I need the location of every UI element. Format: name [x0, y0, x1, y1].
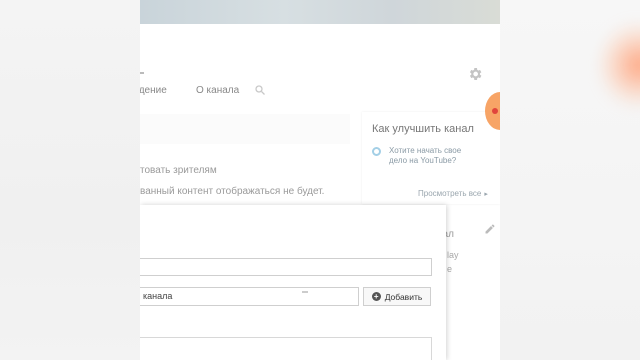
cursor-mark — [302, 291, 308, 293]
main-content-card — [140, 114, 350, 144]
info-text-line1: товать зрителям — [140, 165, 217, 176]
notification-dot-icon — [492, 108, 498, 114]
improve-channel-title: Как улучшить канал — [372, 123, 474, 135]
second-card-line1: lay — [447, 250, 459, 260]
tab-overview[interactable]: ждение — [140, 85, 167, 96]
blurred-background-left — [0, 0, 140, 360]
tab-about[interactable]: О канала — [196, 85, 239, 96]
channel-header — [140, 24, 500, 80]
view-all-link[interactable]: Просмотреть все ▸ — [418, 189, 488, 198]
second-card-line2: е — [447, 264, 453, 274]
checklist-circle-icon[interactable] — [372, 147, 381, 156]
info-text-line2: ванный контент отображаться не будет. — [140, 186, 325, 197]
view-all-label: Просмотреть все — [418, 189, 482, 198]
improve-channel-card: Как улучшить канал Хотите начать свое де… — [362, 112, 500, 204]
channel-name-input[interactable]: канала — [140, 287, 359, 306]
plus-icon: + — [371, 292, 381, 301]
add-button-label: Добавить — [384, 291, 423, 302]
section-title-input[interactable] — [140, 258, 432, 276]
edit-section-dialog: канала + Добавить — [140, 205, 446, 360]
channel-page: ждение О канала товать зрителям ванный к… — [140, 0, 500, 360]
checklist-item[interactable]: Хотите начать свое дело на YouTube? — [389, 146, 469, 166]
chevron-right-icon: ▸ — [484, 191, 488, 198]
add-button[interactable]: + Добавить — [363, 287, 431, 306]
description-textarea[interactable] — [140, 337, 432, 360]
channel-banner — [140, 0, 500, 24]
channel-name-fragment — [140, 72, 144, 74]
pencil-icon[interactable] — [484, 223, 496, 235]
search-icon[interactable] — [254, 84, 266, 96]
channel-tabs: ждение О канала — [140, 80, 500, 104]
